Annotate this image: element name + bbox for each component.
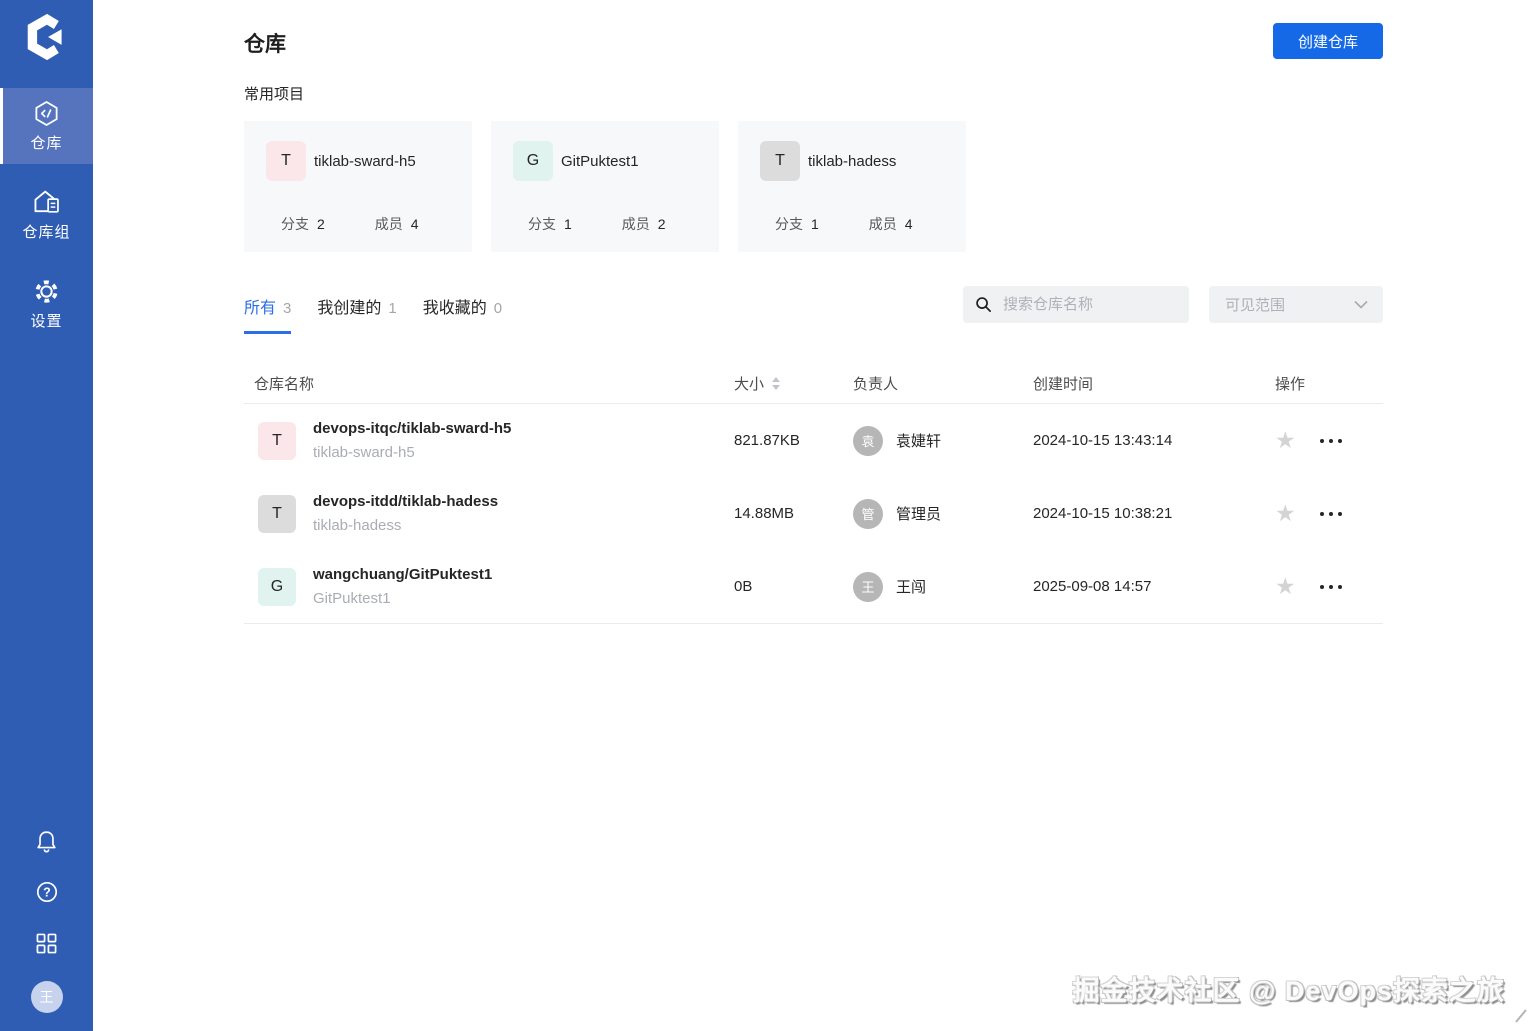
col-owner: 负责人: [853, 373, 1033, 394]
row-actions: ★: [1275, 429, 1383, 452]
visibility-scope-select[interactable]: 可见范围: [1209, 286, 1383, 323]
settings-gear-icon: [33, 275, 60, 307]
sort-icon: [772, 377, 780, 390]
repo-initial-avatar: G: [258, 568, 296, 606]
col-created: 创建时间: [1033, 373, 1275, 394]
star-icon[interactable]: ★: [1275, 575, 1296, 598]
project-name: GitPuktest1: [561, 153, 639, 170]
code-repo-icon: [33, 97, 60, 129]
repo-full-name[interactable]: devops-itdd/tiklab-hadess: [313, 493, 498, 510]
sidebar-item-label: 仓库: [30, 132, 62, 153]
sidebar-item-label: 设置: [30, 310, 62, 331]
create-repo-button[interactable]: 创建仓库: [1273, 23, 1383, 59]
repo-full-name[interactable]: wangchuang/GitPuktest1: [313, 566, 492, 583]
list-toolbar: 所有3 我创建的1 我收藏的0 可见范围: [244, 286, 1383, 334]
member-stat: 成员4: [375, 214, 419, 234]
table-row[interactable]: G wangchuang/GitPuktest1 GitPuktest1 0B …: [244, 550, 1383, 623]
col-actions: 操作: [1275, 373, 1383, 394]
owner-avatar: 袁: [853, 426, 883, 456]
repo-short-name: tiklab-sward-h5: [313, 444, 511, 461]
svg-text:?: ?: [43, 885, 51, 899]
sidebar-item-label: 仓库组: [22, 221, 70, 242]
tab-all[interactable]: 所有3: [244, 294, 291, 334]
repo-initial-avatar: T: [258, 495, 296, 533]
more-actions-icon[interactable]: [1318, 506, 1344, 522]
sidebar-item-settings[interactable]: 设置: [0, 266, 93, 342]
member-stat: 成员2: [622, 214, 666, 234]
more-actions-icon[interactable]: [1318, 579, 1344, 595]
repo-short-name: GitPuktest1: [313, 590, 492, 607]
project-card[interactable]: T tiklab-sward-h5 分支2 成员4: [244, 121, 472, 252]
sidebar: 仓库 仓库组 设置: [0, 0, 93, 1031]
project-card[interactable]: G GitPuktest1 分支1 成员2: [491, 121, 719, 252]
project-initial-avatar: G: [513, 141, 553, 181]
chevron-down-icon: [1354, 300, 1368, 309]
repo-created-time: 2025-09-08 14:57: [1033, 578, 1275, 595]
branch-stat: 分支1: [528, 214, 572, 234]
project-initial-avatar: T: [760, 141, 800, 181]
project-initial-avatar: T: [266, 141, 306, 181]
col-size[interactable]: 大小: [734, 373, 853, 394]
watermark: 掘金技术社区 @ DevOps探索之旅: [1073, 969, 1505, 1008]
repo-search[interactable]: [963, 286, 1189, 323]
repo-group-icon: [32, 186, 62, 218]
more-actions-icon[interactable]: [1318, 433, 1344, 449]
project-name: tiklab-sward-h5: [314, 153, 416, 170]
row-actions: ★: [1275, 502, 1383, 525]
branch-stat: 分支2: [281, 214, 325, 234]
owner-avatar: 管: [853, 499, 883, 529]
member-stat: 成员4: [869, 214, 913, 234]
frequent-projects-title: 常用项目: [244, 83, 1383, 104]
sidebar-item-repos[interactable]: 仓库: [0, 88, 93, 164]
star-icon[interactable]: ★: [1275, 502, 1296, 525]
search-input[interactable]: [1001, 295, 1177, 314]
repo-table-header: 仓库名称 大小 负责人 创建时间 操作: [244, 364, 1383, 404]
owner-avatar: 王: [853, 572, 883, 602]
tab-created-by-me[interactable]: 我创建的1: [317, 294, 396, 334]
app-logo-icon[interactable]: [22, 12, 72, 62]
sidebar-bottom: ? 王: [0, 828, 93, 1013]
star-icon[interactable]: ★: [1275, 429, 1296, 452]
repo-owner: 王 王闯: [853, 572, 1033, 602]
repo-table: 仓库名称 大小 负责人 创建时间 操作 T devops-itqc/tiklab…: [244, 364, 1383, 624]
project-name: tiklab-hadess: [808, 153, 896, 170]
repo-full-name[interactable]: devops-itqc/tiklab-sward-h5: [313, 420, 511, 437]
repo-size: 14.88MB: [734, 505, 853, 522]
corner-mark-icon: [1512, 1008, 1528, 1024]
repo-owner: 袁 袁婕轩: [853, 426, 1033, 456]
repo-initial-avatar: T: [258, 422, 296, 460]
repo-created-time: 2024-10-15 13:43:14: [1033, 432, 1275, 449]
sidebar-nav: 仓库 仓库组 设置: [0, 88, 93, 355]
repo-size: 0B: [734, 578, 853, 595]
search-icon: [975, 296, 992, 313]
user-avatar[interactable]: 王: [31, 981, 63, 1013]
repo-size: 821.87KB: [734, 432, 853, 449]
repo-tabs: 所有3 我创建的1 我收藏的0: [244, 286, 502, 334]
help-icon[interactable]: ?: [34, 879, 60, 905]
row-actions: ★: [1275, 575, 1383, 598]
apps-grid-icon[interactable]: [34, 930, 60, 956]
repo-created-time: 2024-10-15 10:38:21: [1033, 505, 1275, 522]
notifications-bell-icon[interactable]: [34, 828, 60, 854]
filters: 可见范围: [963, 286, 1383, 334]
col-name: 仓库名称: [254, 373, 734, 394]
sidebar-item-repo-groups[interactable]: 仓库组: [0, 177, 93, 253]
table-row[interactable]: T devops-itdd/tiklab-hadess tiklab-hades…: [244, 477, 1383, 550]
frequent-project-cards: T tiklab-sward-h5 分支2 成员4 G GitPuktest1 …: [244, 121, 1383, 252]
main-content: 仓库 创建仓库 常用项目 T tiklab-sward-h5 分支2 成员4 G…: [244, 0, 1383, 624]
tab-starred-by-me[interactable]: 我收藏的0: [423, 294, 502, 334]
page-title: 仓库: [244, 28, 1383, 58]
repo-owner: 管 管理员: [853, 499, 1033, 529]
project-card[interactable]: T tiklab-hadess 分支1 成员4: [738, 121, 966, 252]
table-row[interactable]: T devops-itqc/tiklab-sward-h5 tiklab-swa…: [244, 404, 1383, 477]
repo-short-name: tiklab-hadess: [313, 517, 498, 534]
branch-stat: 分支1: [775, 214, 819, 234]
